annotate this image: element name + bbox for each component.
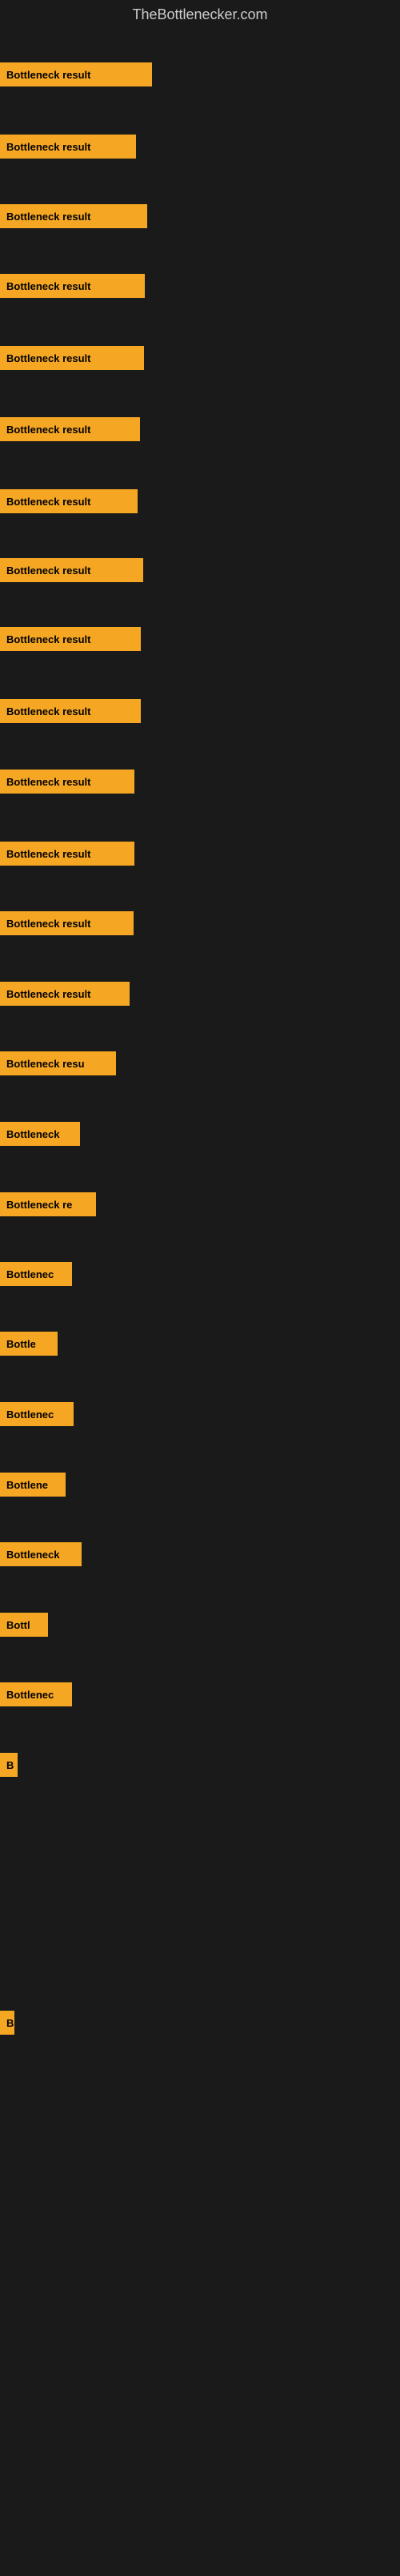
bottleneck-badge[interactable]: Bottleneck: [0, 1542, 82, 1566]
list-item: B: [0, 1750, 18, 1780]
list-item: B: [0, 2007, 14, 2038]
list-item: Bottleneck: [0, 1539, 82, 1569]
list-item: Bottle: [0, 1328, 58, 1359]
list-item: Bottleneck result: [0, 696, 141, 726]
list-item: Bottl: [0, 1609, 48, 1640]
list-item: Bottleneck result: [0, 131, 136, 162]
bottleneck-badge[interactable]: Bottl: [0, 1613, 48, 1637]
list-item: Bottleneck result: [0, 766, 134, 797]
list-item: Bottleneck result: [0, 271, 145, 301]
bottleneck-badge[interactable]: Bottleneck result: [0, 274, 145, 298]
bottleneck-badge[interactable]: Bottlene: [0, 1473, 66, 1497]
bottleneck-badge[interactable]: B: [0, 2011, 14, 2035]
list-item: Bottleneck result: [0, 201, 147, 231]
list-item: Bottleneck result: [0, 979, 130, 1009]
list-item: Bottlenec: [0, 1259, 72, 1289]
bottleneck-badge[interactable]: Bottlenec: [0, 1262, 72, 1286]
list-item: Bottleneck: [0, 1119, 80, 1149]
list-item: Bottlene: [0, 1469, 66, 1500]
list-item: Bottleneck result: [0, 486, 138, 516]
bottleneck-badge[interactable]: Bottleneck result: [0, 911, 134, 935]
bottleneck-badge[interactable]: Bottleneck result: [0, 346, 144, 370]
bottleneck-badge[interactable]: Bottleneck result: [0, 558, 143, 582]
list-item: Bottleneck result: [0, 414, 140, 444]
bottleneck-badge[interactable]: Bottleneck resu: [0, 1051, 116, 1075]
list-item: Bottleneck result: [0, 555, 143, 585]
list-item: Bottlenec: [0, 1679, 72, 1710]
bottleneck-badge[interactable]: Bottleneck result: [0, 627, 141, 651]
list-item: Bottleneck result: [0, 908, 134, 938]
list-item: Bottleneck resu: [0, 1048, 116, 1079]
bottleneck-badge[interactable]: Bottleneck result: [0, 489, 138, 513]
bottleneck-badge[interactable]: Bottlenec: [0, 1402, 74, 1426]
bottleneck-badge[interactable]: Bottleneck result: [0, 982, 130, 1006]
bottleneck-badge[interactable]: Bottleneck result: [0, 62, 152, 86]
bottleneck-badge[interactable]: Bottle: [0, 1332, 58, 1356]
bottleneck-badge[interactable]: Bottleneck re: [0, 1192, 96, 1216]
bottleneck-badge[interactable]: Bottleneck result: [0, 417, 140, 441]
list-item: Bottlenec: [0, 1399, 74, 1429]
list-item: Bottleneck result: [0, 59, 152, 90]
list-item: Bottleneck result: [0, 343, 144, 373]
bottleneck-badge[interactable]: B: [0, 1753, 18, 1777]
bottleneck-badge[interactable]: Bottleneck result: [0, 699, 141, 723]
bottleneck-badge[interactable]: Bottleneck result: [0, 770, 134, 794]
site-title: TheBottlenecker.com: [0, 0, 400, 30]
bottleneck-badge[interactable]: Bottleneck result: [0, 842, 134, 866]
list-item: Bottleneck result: [0, 624, 141, 654]
bottleneck-badge[interactable]: Bottleneck: [0, 1122, 80, 1146]
bottleneck-badge[interactable]: Bottleneck result: [0, 135, 136, 159]
bottleneck-badge[interactable]: Bottlenec: [0, 1682, 72, 1706]
bottleneck-badge[interactable]: Bottleneck result: [0, 204, 147, 228]
list-item: Bottleneck re: [0, 1189, 96, 1220]
list-item: Bottleneck result: [0, 838, 134, 869]
